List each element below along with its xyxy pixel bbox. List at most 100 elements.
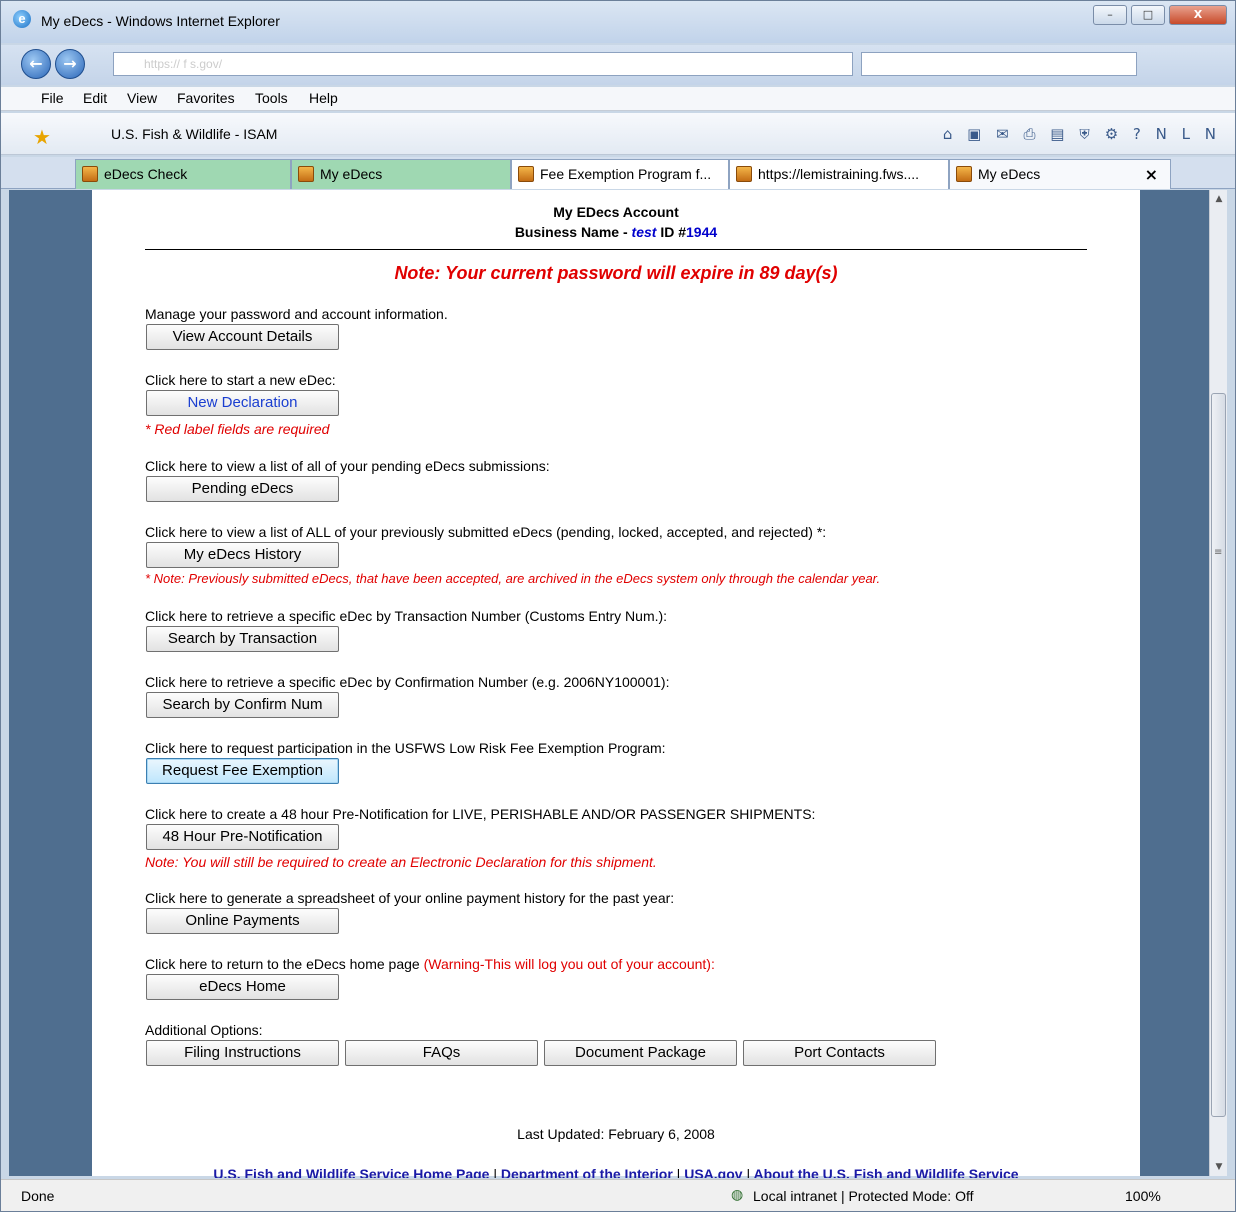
logout-warning: (Warning-This will log you out of your a… [423, 956, 715, 972]
request-fee-exemption-button[interactable]: Request Fee Exemption [146, 758, 339, 784]
search-by-confirm-button[interactable]: Search by Confirm Num [146, 692, 339, 718]
account-label: Manage your password and account informa… [145, 306, 448, 322]
prenotify-note: Note: You will still be required to crea… [145, 854, 657, 870]
fws-home-link[interactable]: U.S. Fish and Wildlife Service Home Page [213, 1166, 489, 1178]
business-label: Business Name - [514, 224, 628, 240]
prenotify-label: Click here to create a 48 hour Pre-Notif… [145, 806, 816, 822]
tab-my-edecs[interactable]: My eDecs [291, 159, 511, 189]
title-bar: e My eDecs - Windows Internet Explorer –… [1, 1, 1235, 43]
last-updated: Last Updated: February 6, 2008 [517, 1126, 715, 1142]
menu-favorites[interactable]: Favorites [177, 90, 235, 106]
confirm-label: Click here to retrieve a specific eDec b… [145, 674, 670, 690]
pending-edecs-button[interactable]: Pending eDecs [146, 476, 339, 502]
close-window-button[interactable]: X [1169, 5, 1227, 25]
favorites-star-icon[interactable]: ★ [33, 125, 51, 149]
new-dec-label: Click here to start a new eDec: [145, 372, 336, 388]
faqs-button[interactable]: FAQs [345, 1040, 538, 1066]
view-account-details-button[interactable]: View Account Details [146, 324, 339, 350]
favorite-item[interactable]: U.S. Fish & Wildlife - ISAM [111, 126, 277, 142]
menu-edit[interactable]: Edit [83, 90, 107, 106]
link-separator: | [676, 1166, 681, 1178]
home-label: Click here to return to the eDecs home p… [145, 956, 715, 972]
payments-label: Click here to generate a spreadsheet of … [145, 890, 675, 906]
port-contacts-button[interactable]: Port Contacts [743, 1040, 936, 1066]
menu-bar: File Edit View Favorites Tools Help [1, 87, 1235, 111]
tab-lemistraining[interactable]: https://lemistraining.fws.... [729, 159, 949, 189]
tab-fee-exemption[interactable]: Fee Exemption Program f... [511, 159, 729, 189]
favorites-bar: ★ U.S. Fish & Wildlife - ISAM ⌂ ▣ ✉ ⎙ ▤ … [1, 113, 1235, 155]
fws-logo-icon [82, 166, 98, 182]
link-separator: | [493, 1166, 497, 1178]
usa-gov-link[interactable]: USA.gov [684, 1166, 742, 1178]
password-warning: Note: Your current password will expire … [394, 263, 838, 283]
scroll-thumb[interactable] [1211, 393, 1226, 1117]
tab-label: My eDecs [320, 166, 383, 182]
edecs-home-button[interactable]: eDecs Home [146, 974, 339, 1000]
address-bar: ← → https:// f s.gov/ [1, 45, 1235, 85]
page-title: My EDecs Account [553, 204, 679, 220]
about-fws-link[interactable]: About the U.S. Fish and Wildlife Service [753, 1166, 1018, 1178]
zoom-level[interactable]: 100% [1125, 1188, 1161, 1204]
transaction-label: Click here to retrieve a specific eDec b… [145, 608, 668, 624]
menu-view[interactable]: View [127, 90, 157, 106]
home-text: Click here to return to the eDecs home p… [145, 956, 424, 972]
required-note: * Red label fields are required [145, 421, 330, 437]
divider [145, 249, 1087, 250]
url-text: https:// f s.gov/ [144, 57, 223, 71]
business-name: test [631, 224, 657, 240]
fws-logo-icon [956, 166, 972, 182]
menu-tools[interactable]: Tools [255, 90, 288, 106]
link-separator: | [746, 1166, 751, 1178]
status-bar: Done ◍ Local intranet | Protected Mode: … [1, 1179, 1235, 1211]
tab-bar: eDecs Check My eDecs Fee Exemption Progr… [1, 157, 1235, 189]
status-text: Done [21, 1188, 55, 1204]
search-by-transaction-button[interactable]: Search by Transaction [146, 626, 339, 652]
command-bar-icons[interactable]: ⌂ ▣ ✉ ⎙ ▤ ⛨ ⚙ ? N L N [943, 125, 1221, 143]
tab-my-edecs-active[interactable]: My eDecs × [949, 159, 1171, 189]
online-payments-button[interactable]: Online Payments [146, 908, 339, 934]
intranet-globe-icon: ◍ [731, 1187, 744, 1203]
scroll-grip-icon: ≡ [1214, 547, 1223, 558]
minimize-button[interactable]: – [1093, 5, 1127, 25]
document-package-button[interactable]: Document Package [544, 1040, 737, 1066]
ie-logo-icon: e [13, 10, 31, 28]
forward-button[interactable]: → [55, 49, 85, 79]
scroll-down-icon[interactable]: ▼ [1210, 1158, 1228, 1176]
vertical-scrollbar[interactable]: ▲ ≡ ▼ [1209, 190, 1227, 1176]
history-label: Click here to view a list of ALL of your… [145, 524, 827, 540]
page-viewport: My EDecs Account Business Name - test ID… [9, 190, 1209, 1178]
browser-window: e My eDecs - Windows Internet Explorer –… [0, 0, 1236, 1212]
close-tab-icon[interactable]: × [1145, 165, 1158, 184]
tab-label: Fee Exemption Program f... [540, 166, 712, 182]
maximize-button[interactable]: □ [1131, 5, 1165, 25]
page-column: My EDecs Account Business Name - test ID… [92, 190, 1140, 1178]
fee-label: Click here to request participation in t… [145, 740, 666, 756]
window-title: My eDecs - Windows Internet Explorer [41, 13, 280, 29]
doi-link[interactable]: Department of the Interior [501, 1166, 673, 1178]
footer-links: U.S. Fish and Wildlife Service Home Page… [145, 1166, 1087, 1178]
filing-instructions-button[interactable]: Filing Instructions [146, 1040, 339, 1066]
additional-options-label: Additional Options: [145, 1022, 263, 1038]
url-input[interactable]: https:// f s.gov/ [113, 52, 853, 76]
id-value: 1944 [686, 224, 718, 240]
id-label: ID # [660, 224, 687, 240]
fws-logo-icon [736, 166, 752, 182]
search-input[interactable] [861, 52, 1137, 76]
security-zone[interactable]: Local intranet | Protected Mode: Off [753, 1188, 974, 1204]
my-edecs-history-button[interactable]: My eDecs History [146, 542, 339, 568]
menu-file[interactable]: File [41, 90, 64, 106]
back-button[interactable]: ← [21, 49, 51, 79]
menu-help[interactable]: Help [309, 90, 338, 106]
archive-note: * Note: Previously submitted eDecs, that… [145, 571, 881, 586]
tab-label: My eDecs [978, 166, 1041, 182]
fws-logo-icon [518, 166, 534, 182]
tab-edecs-check[interactable]: eDecs Check [75, 159, 291, 189]
pending-label: Click here to view a list of all of your… [145, 458, 550, 474]
tab-label: eDecs Check [104, 166, 188, 182]
fws-logo-icon [298, 166, 314, 182]
tab-label: https://lemistraining.fws.... [758, 166, 920, 182]
new-declaration-button[interactable]: New Declaration [146, 390, 339, 416]
scroll-up-icon[interactable]: ▲ [1210, 190, 1228, 208]
business-line: Business Name - test ID #1944 [145, 224, 1087, 240]
pre-notification-button[interactable]: 48 Hour Pre-Notification [146, 824, 339, 850]
